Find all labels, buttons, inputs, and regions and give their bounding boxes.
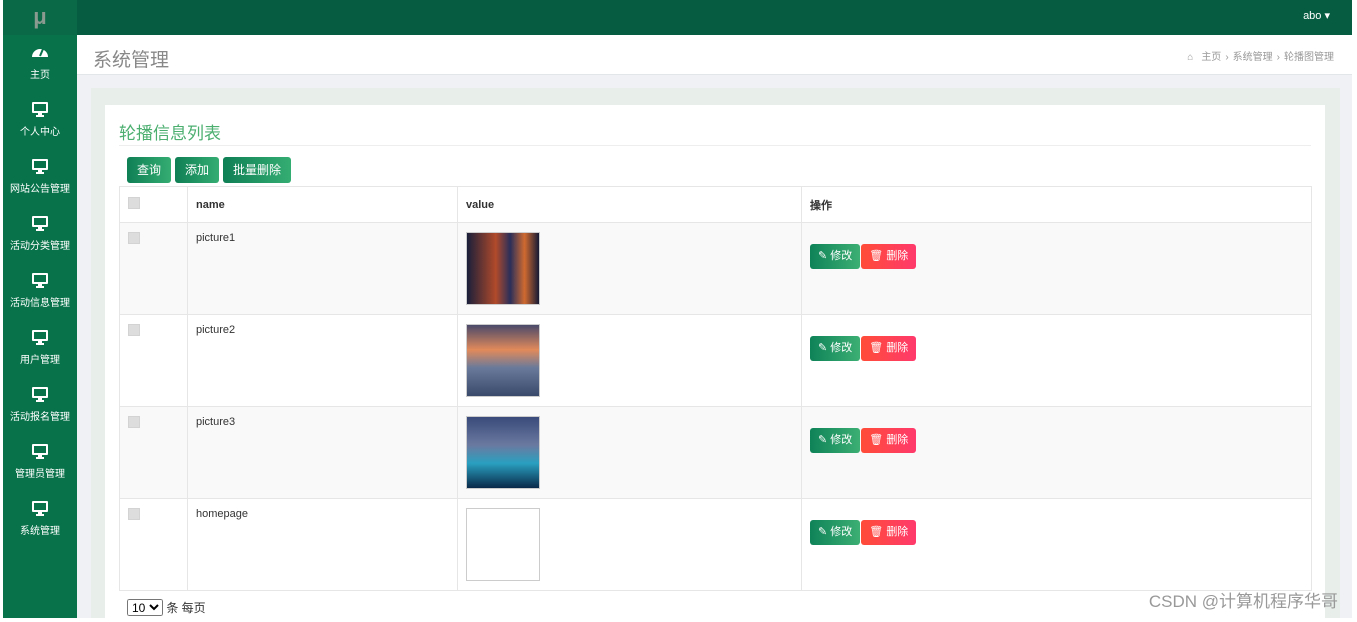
table-row: picture3 ✎ 修改 🗑 删除 (119, 406, 1312, 499)
sidebar-item-label: 网站公告管理 (10, 184, 70, 195)
row-name: picture1 (187, 222, 458, 315)
add-button[interactable]: 添加 (175, 157, 220, 183)
monitor-icon (31, 214, 49, 232)
user-menu[interactable]: abo ▾ (1303, 9, 1330, 22)
trash-icon: 🗑 (869, 250, 887, 262)
edit-label: 修改 (830, 526, 853, 538)
sidebar-item[interactable]: 个人中心 (3, 92, 77, 149)
sidebar-item[interactable]: 主页 (3, 35, 77, 92)
breadcrumb-home[interactable]: 主页 (1201, 52, 1221, 63)
sidebar-item-label: 管理员管理 (15, 469, 65, 480)
edit-icon: ✎ (818, 250, 831, 262)
dashboard-icon (31, 43, 49, 61)
app-frame: μ abo ▾ 主页个人中心网站公告管理 活动分类管理 活动信息管理 用户管理活动报名… (3, 0, 1352, 618)
delete-button[interactable]: 🗑 删除 (861, 244, 917, 269)
sidebar-item-label: 系统管理 (20, 526, 60, 537)
sidebar-item-label: 个人中心 (20, 127, 60, 138)
edit-icon: ✎ (818, 526, 831, 538)
delete-label: 删除 (886, 250, 909, 262)
edit-button[interactable]: ✎ 修改 (810, 244, 861, 269)
pager: 10 条 每页 (127, 599, 206, 616)
edit-icon: ✎ (818, 342, 831, 354)
sidebar-item[interactable]: 管理员管理 (3, 434, 77, 491)
edit-button[interactable]: ✎ 修改 (810, 428, 861, 453)
delete-label: 删除 (886, 342, 909, 354)
table-row: picture1 ✎ 修改 🗑 删除 (119, 222, 1312, 315)
page-header: 系统管理 ⌂ 主页 › 系统管理 › 轮播图管理 (77, 35, 1352, 75)
sidebar-item[interactable]: 用户管理 (3, 320, 77, 377)
monitor-icon (31, 442, 49, 460)
carousel-table: name value 操作 picture1 ✎ 修改 🗑 删除 picture2… (119, 186, 1312, 591)
column-header-ops: 操作 (801, 186, 1312, 223)
sidebar-item-label: 活动分类管理 (10, 241, 70, 252)
row-checkbox[interactable] (128, 232, 140, 244)
delete-button[interactable]: 🗑 删除 (861, 428, 917, 453)
monitor-icon (31, 100, 49, 118)
delete-label: 删除 (886, 434, 909, 446)
edit-label: 修改 (830, 434, 853, 446)
page-size-select[interactable]: 10 (127, 599, 163, 616)
edit-icon: ✎ (818, 434, 831, 446)
top-bar: μ abo ▾ (3, 0, 1352, 35)
logo: μ (3, 0, 77, 35)
edit-button[interactable]: ✎ 修改 (810, 520, 861, 545)
row-checkbox[interactable] (128, 416, 140, 428)
delete-label: 删除 (886, 526, 909, 538)
carousel-image (466, 232, 540, 305)
monitor-icon (31, 271, 49, 289)
sidebar-item-label: 活动报名管理 (10, 412, 70, 423)
monitor-icon (31, 499, 49, 517)
monitor-icon (31, 328, 49, 346)
breadcrumb: ⌂ 主页 › 系统管理 › 轮播图管理 (1187, 52, 1334, 63)
card-title: 轮播信息列表 (119, 124, 221, 143)
list-card: 轮播信息列表 查询 添加 批量删除 name value 操作 picture1… (105, 105, 1325, 618)
carousel-image (466, 324, 540, 397)
column-header-value: value (457, 186, 802, 223)
row-name: homepage (187, 498, 458, 591)
edit-label: 修改 (830, 342, 853, 354)
row-name: picture3 (187, 406, 458, 499)
sidebar-item[interactable]: 活动分类管理 (3, 206, 77, 263)
column-header-name: name (187, 186, 458, 223)
monitor-icon (31, 157, 49, 175)
page-title: 系统管理 (93, 50, 170, 71)
trash-icon: 🗑 (869, 434, 887, 446)
breadcrumb-current: 轮播图管理 (1284, 52, 1334, 63)
sidebar: 主页个人中心网站公告管理 活动分类管理 活动信息管理 用户管理活动报名管理 管理员管理系… (3, 35, 77, 618)
select-all-checkbox[interactable] (128, 197, 140, 209)
row-name: picture2 (187, 314, 458, 407)
delete-button[interactable]: 🗑 删除 (861, 520, 917, 545)
row-checkbox[interactable] (128, 324, 140, 336)
trash-icon: 🗑 (869, 342, 887, 354)
watermark: CSDN @计算机程序华哥 (1148, 592, 1338, 611)
sidebar-item[interactable]: 活动报名管理 (3, 377, 77, 434)
batch-delete-button[interactable]: 批量删除 (223, 157, 292, 183)
table-row: homepage ✎ 修改 🗑 删除 (119, 498, 1312, 591)
home-icon: ⌂ (1187, 52, 1194, 63)
breadcrumb-system[interactable]: 系统管理 (1233, 52, 1273, 63)
sidebar-item-label: 用户管理 (20, 355, 60, 366)
monitor-icon (31, 385, 49, 403)
carousel-image (466, 416, 540, 489)
edit-button[interactable]: ✎ 修改 (810, 336, 861, 361)
trash-icon: 🗑 (869, 526, 887, 538)
query-button[interactable]: 查询 (127, 157, 172, 183)
sidebar-item[interactable]: 活动信息管理 (3, 263, 77, 320)
row-checkbox[interactable] (128, 508, 140, 520)
sidebar-item-label: 主页 (30, 70, 50, 81)
divider (119, 145, 1311, 146)
table-row: picture2 ✎ 修改 🗑 删除 (119, 314, 1312, 407)
delete-button[interactable]: 🗑 删除 (861, 336, 917, 361)
carousel-image (466, 508, 540, 581)
sidebar-item[interactable]: 网站公告管理 (3, 149, 77, 206)
sidebar-item[interactable]: 系统管理 (3, 491, 77, 548)
edit-label: 修改 (830, 250, 853, 262)
page-size-label: 条 每页 (166, 601, 206, 615)
sidebar-item-label: 活动信息管理 (10, 298, 70, 309)
